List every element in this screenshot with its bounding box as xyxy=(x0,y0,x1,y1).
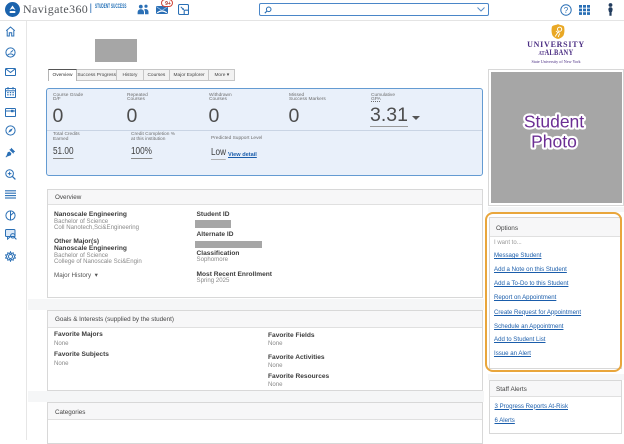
svg-text:?: ? xyxy=(564,6,569,15)
svg-text:Photo: Photo xyxy=(531,132,577,152)
svg-text:Student: Student xyxy=(524,112,584,132)
